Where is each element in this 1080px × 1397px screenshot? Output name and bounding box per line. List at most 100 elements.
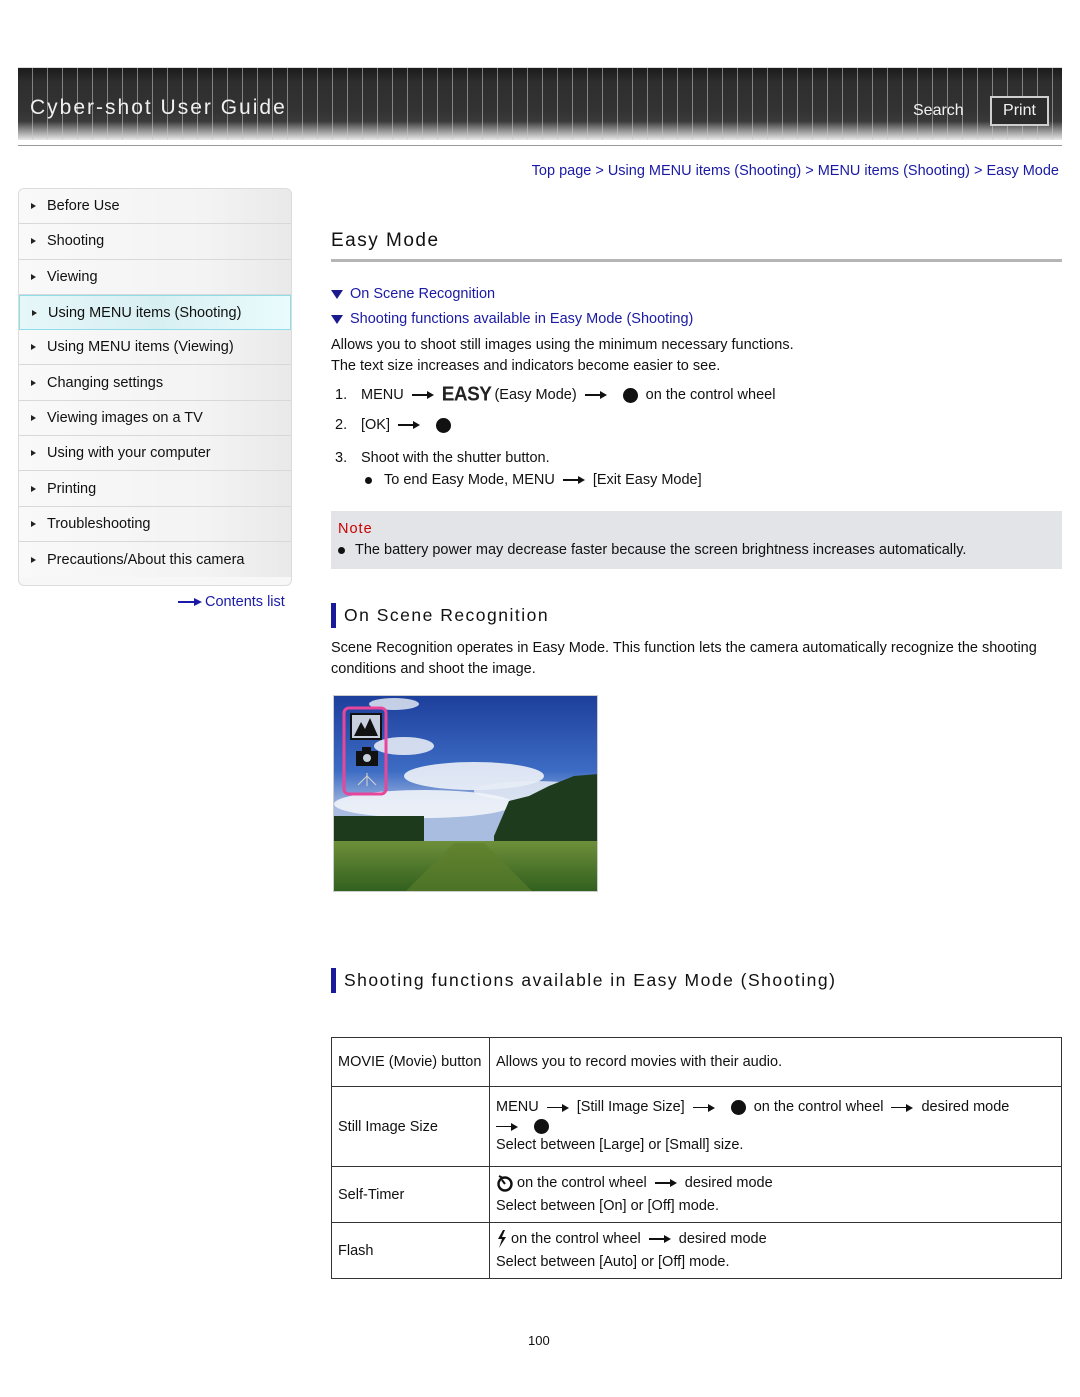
desc-line: on the control wheel desired mode <box>496 1228 1055 1251</box>
wheel-label: on the control wheel <box>517 1174 647 1191</box>
arrow-right-icon <box>891 1103 914 1112</box>
breadcrumb-menu-items-shooting[interactable]: MENU items (Shooting) <box>818 163 970 179</box>
step-number: 1. <box>335 387 348 403</box>
function-name: MOVIE (Movie) button <box>331 1037 490 1087</box>
item-label: [Still Image Size] <box>576 1099 685 1115</box>
wheel-label: on the control wheel <box>753 1099 884 1115</box>
sidebar-item-using-menu-items-shooting[interactable]: Using MENU items (Shooting) <box>19 294 291 331</box>
desc-line: Select between [Large] or [Small] size. <box>496 1137 744 1153</box>
contents-list-link[interactable]: Contents list <box>178 594 285 610</box>
sidebar-item-printing[interactable]: Printing <box>19 471 291 507</box>
step-text: [OK] <box>361 417 391 433</box>
triangle-right-icon <box>31 344 36 351</box>
scene-body: Scene Recognition operates in Easy Mode.… <box>331 640 1037 677</box>
function-desc: on the control wheel desired mode Select… <box>489 1222 1062 1279</box>
sub-tail: [Exit Easy Mode] <box>592 472 702 488</box>
triangle-down-icon <box>331 314 343 324</box>
table-row: MOVIE (Movie) button Allows you to recor… <box>331 1037 1062 1087</box>
sidebar-item-viewing-images-on-tv[interactable]: Viewing images on a TV <box>19 400 291 437</box>
mode-label: desired mode <box>684 1174 773 1191</box>
sidebar-item-precautions[interactable]: Precautions/About this camera <box>19 541 291 578</box>
contents-list-label: Contents list <box>205 594 285 610</box>
step-text: Shoot with the shutter button. <box>361 450 550 466</box>
anchor-link-label: On Scene Recognition <box>350 286 496 302</box>
sidebar-item-label: Changing settings <box>47 374 164 391</box>
step-3-sub: To end Easy Mode, MENU [Exit Easy Mode] <box>361 472 702 488</box>
arrow-right-icon <box>398 421 421 429</box>
menu-label: MENU <box>361 387 404 403</box>
arrow-right-icon <box>562 476 585 484</box>
mode-label: desired mode <box>678 1230 767 1247</box>
triangle-right-icon <box>31 238 36 245</box>
function-desc: Allows you to record movies with their a… <box>489 1037 1062 1087</box>
anchor-link-shooting-functions[interactable]: Shooting functions available in Easy Mod… <box>331 311 693 327</box>
note-text: The battery power may decrease faster be… <box>355 542 967 558</box>
section-heading-text: Shooting functions available in Easy Mod… <box>344 970 837 990</box>
sidebar-item-label: Using with your computer <box>47 445 211 462</box>
step-tail: on the control wheel <box>645 387 776 403</box>
flash-icon <box>498 1230 506 1248</box>
function-name: Still Image Size <box>331 1086 490 1167</box>
center-button-icon <box>436 417 452 433</box>
arrow-right-icon <box>654 1179 677 1187</box>
step-number: 2. <box>335 417 348 433</box>
section-marker <box>331 968 336 993</box>
sidebar-item-label: Viewing <box>47 268 98 285</box>
function-desc: MENU [Still Image Size] on the control w… <box>489 1086 1062 1167</box>
step-1: 1. MENU EASY (Easy Mode) on the control … <box>335 383 776 406</box>
breadcrumb-top-page[interactable]: Top page <box>532 163 592 179</box>
page-title: Easy Mode <box>331 230 440 251</box>
sidebar-item-label: Troubleshooting <box>47 515 151 532</box>
sidebar-nav: Before Use Shooting Viewing Using MENU i… <box>18 188 292 586</box>
triangle-right-icon <box>32 309 37 316</box>
sidebar-item-changing-settings[interactable]: Changing settings <box>19 365 291 401</box>
sidebar-item-using-with-computer[interactable]: Using with your computer <box>19 436 291 472</box>
desc-line: Select between [On] or [Off] mode. <box>496 1197 719 1214</box>
arrow-right-icon <box>584 391 607 399</box>
sidebar-item-troubleshooting[interactable]: Troubleshooting <box>19 506 291 542</box>
sidebar-item-viewing[interactable]: Viewing <box>19 259 291 295</box>
mode-label: (Easy Mode) <box>494 387 577 403</box>
sidebar-item-before-use[interactable]: Before Use <box>19 189 291 225</box>
wheel-label: on the control wheel <box>511 1230 641 1247</box>
function-desc: on the control wheel desired mode Select… <box>489 1166 1062 1223</box>
breadcrumb: Top page > Using MENU items (Shooting) > MEN… <box>532 163 1059 179</box>
triangle-down-icon <box>331 289 343 299</box>
sidebar-item-label: Precautions/About this camera <box>47 551 245 568</box>
page-number: 100 <box>528 1333 550 1348</box>
search-button[interactable]: Search <box>913 102 964 120</box>
arrow-right-icon <box>496 1122 518 1131</box>
sidebar-item-using-menu-items-viewing[interactable]: Using MENU items (Viewing) <box>19 330 291 366</box>
step-3: 3. Shoot with the shutter button. <box>335 450 550 466</box>
mode-label: desired mode <box>921 1099 1010 1115</box>
breadcrumb-using-menu-items-shooting[interactable]: Using MENU items (Shooting) <box>608 163 801 179</box>
arrow-right-icon <box>692 1103 715 1112</box>
functions-table: MOVIE (Movie) button Allows you to recor… <box>331 1037 1062 1279</box>
anchor-link-on-scene-recognition[interactable]: On Scene Recognition <box>331 286 495 302</box>
note-title: Note <box>338 521 373 537</box>
function-name: Self-Timer <box>331 1166 490 1223</box>
bullet-icon <box>338 546 345 554</box>
header-bar: Cyber-shot User Guide Search Print <box>18 67 1062 140</box>
step-2: 2. [OK] <box>335 417 459 433</box>
breadcrumb-separator: > <box>973 163 983 179</box>
arrow-right-icon <box>411 391 434 399</box>
sidebar-item-label: Using MENU items (Shooting) <box>48 304 242 321</box>
desc-text: Allows you to record movies with their a… <box>496 1054 783 1070</box>
table-row: Flash on the control wheel desired mode … <box>331 1222 1062 1279</box>
menu-label: MENU <box>496 1099 539 1115</box>
section-heading-scene-recognition: On Scene Recognition <box>331 603 549 628</box>
breadcrumb-separator: > <box>805 163 814 179</box>
sidebar-item-shooting[interactable]: Shooting <box>19 224 291 260</box>
sidebar-item-label: Using MENU items (Viewing) <box>47 339 234 356</box>
triangle-right-icon <box>31 203 36 210</box>
easy-mode-icon: EASY <box>441 383 492 406</box>
breadcrumb-easy-mode[interactable]: Easy Mode <box>986 163 1059 179</box>
self-timer-icon <box>497 1175 513 1192</box>
print-button[interactable]: Print <box>990 96 1049 126</box>
center-button-icon <box>534 1119 549 1134</box>
bullet-icon <box>365 476 372 484</box>
section-heading-shooting-functions: Shooting functions available in Easy Mod… <box>331 968 836 993</box>
arrow-right-icon <box>648 1235 671 1243</box>
intro-text: Allows you to shoot still images using t… <box>331 335 794 377</box>
